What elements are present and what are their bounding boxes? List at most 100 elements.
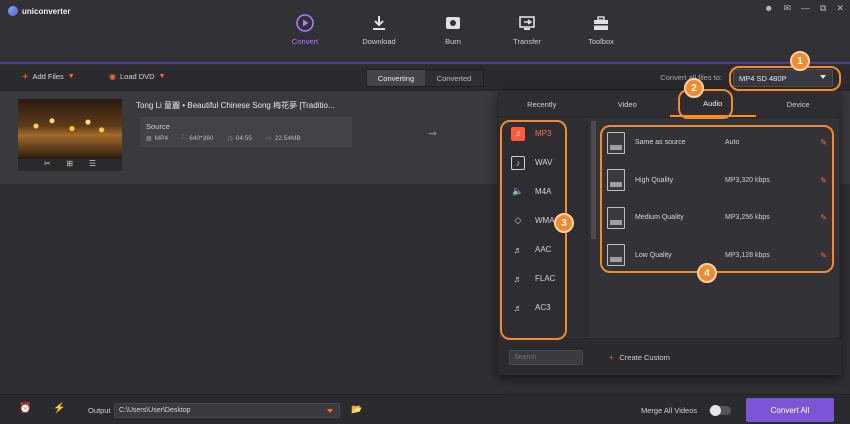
merge-label: Merge All Videos (641, 406, 698, 415)
clock-icon: ◷ (227, 136, 233, 142)
edit-icon[interactable]: ✎ (820, 213, 827, 222)
crop-icon[interactable]: ⊞ (66, 159, 73, 171)
tab-audio[interactable]: Audio (670, 91, 756, 117)
load-dvd-label: Load DVD (119, 72, 155, 81)
marker-badge: 3 (554, 213, 574, 233)
quality-same-as-source[interactable]: Same as source Auto ✎ (599, 124, 835, 162)
quality-low[interactable]: Low Quality MP3,128 kbps ✎ (599, 237, 835, 275)
audio-type-list: ♫ MP3 ♪ WAV 🔈 M4A ◇ WMA ♬ AAC ♬ FLAC ♬ AC3 (499, 119, 589, 337)
app-name: uniconverter (22, 6, 71, 16)
dvd-icon: ◉ (109, 71, 116, 81)
merge-toggle[interactable] (709, 405, 731, 416)
type-wav[interactable]: ♪ WAV (499, 148, 589, 177)
type-mp3[interactable]: ♫ MP3 (499, 119, 589, 148)
restore-icon[interactable]: ⧉ (820, 3, 826, 14)
chevron-down-icon[interactable]: ▼ (159, 73, 166, 80)
nav-download[interactable]: Download (342, 14, 416, 62)
source-info: Source ▦ MP4 ⛶ 640*360 ◷ 04:55 ▭ 22.54MB (140, 117, 352, 147)
minimize-icon[interactable]: — (801, 3, 810, 14)
tab-video[interactable]: Video (585, 91, 671, 117)
type-list-scrollbar[interactable] (591, 121, 596, 239)
edit-icon[interactable]: ✎ (820, 251, 827, 260)
wma-icon: ◇ (514, 215, 522, 225)
type-flac[interactable]: ♬ FLAC (499, 264, 589, 293)
source-meta: ▦ MP4 ⛶ 640*360 ◷ 04:55 ▭ 22.54MB (146, 135, 301, 142)
trim-icon[interactable]: ✂ (44, 159, 51, 171)
nav-burn[interactable]: Burn (416, 14, 490, 62)
toolbox-icon (593, 14, 609, 32)
audio-file-icon (607, 206, 625, 229)
tab-device[interactable]: Device (756, 91, 842, 117)
nav-download-label: Download (362, 37, 396, 46)
mail-icon[interactable]: ✉ (783, 3, 791, 14)
status-segment: Converting Converted (366, 69, 484, 87)
marker-badge: 1 (790, 51, 810, 71)
toolbar: + Add Files ▼ ◉ Load DVD ▼ Converting Co… (0, 66, 850, 90)
type-aac[interactable]: ♬ AAC (499, 235, 589, 264)
folder-icon: ▭ (266, 136, 272, 142)
type-label: AC3 (535, 303, 551, 312)
type-wma[interactable]: ◇ WMA (499, 206, 589, 235)
output-path-select[interactable]: C:\Users\User\Desktop (114, 403, 340, 418)
effects-icon[interactable]: ☰ (89, 159, 96, 171)
lightning-icon[interactable]: ⚡ (53, 403, 65, 414)
nav-transfer[interactable]: Transfer (490, 14, 564, 62)
brand: uniconverter (8, 4, 70, 18)
output-label: Output (88, 406, 111, 415)
marker-badge: 4 (697, 263, 717, 283)
type-m4a[interactable]: 🔈 M4A (499, 177, 589, 206)
edit-tools: ✂ ⊞ ☰ (18, 159, 122, 171)
audio-file-icon (607, 131, 625, 154)
create-custom-label: Create Custom (619, 353, 670, 362)
schedule-alarm-icon[interactable]: ⏰ (19, 403, 31, 414)
load-dvd-button[interactable]: ◉ Load DVD ▼ (109, 72, 166, 81)
format-dropdown-panel: Recently Video Audio Device ♫ MP3 ♪ WAV 🔈 M… (498, 90, 842, 375)
nav-transfer-label: Transfer (513, 37, 541, 46)
video-thumbnail[interactable] (18, 99, 122, 159)
nav-burn-label: Burn (445, 37, 461, 46)
output-format-value: MP4 SD 480P (739, 73, 787, 83)
plus-icon: + (22, 70, 29, 83)
top-bar: uniconverter ☻ ✉ — ⧉ ✕ Convert Download (0, 0, 850, 64)
quality-value: MP3,256 kbps (725, 214, 770, 222)
panel-footer: + Create Custom (499, 338, 841, 375)
format-search-input[interactable] (509, 350, 583, 365)
quality-name: Same as source (635, 139, 686, 147)
edit-icon[interactable]: ✎ (820, 176, 827, 185)
create-custom-button[interactable]: + Create Custom (609, 353, 670, 362)
chevron-down-icon[interactable]: ▼ (68, 73, 75, 80)
type-ac3[interactable]: ♬ AC3 (499, 293, 589, 322)
edit-icon[interactable]: ✎ (820, 138, 827, 147)
format-meta: ▦ MP4 (146, 135, 168, 142)
arrow-right-icon: ➞ (428, 128, 438, 140)
file-title: Tong Li 童麗 • Beautiful Chinese Song 梅花夢 … (136, 101, 335, 110)
nav-toolbox[interactable]: Toolbox (564, 14, 638, 62)
main-nav: Convert Download Burn Transfer Toolbox (268, 14, 638, 62)
convert-all-button[interactable]: Convert All (746, 398, 834, 422)
output-path-value: C:\Users\User\Desktop (119, 407, 191, 414)
nav-toolbox-label: Toolbox (588, 37, 614, 46)
tab-recently[interactable]: Recently (499, 91, 585, 117)
open-folder-icon[interactable]: 📂 (351, 404, 362, 415)
nav-convert[interactable]: Convert (268, 14, 342, 62)
type-label: MP3 (535, 129, 552, 138)
resolution-meta: ⛶ 640*360 (182, 135, 213, 142)
download-icon (371, 14, 387, 32)
quality-medium[interactable]: Medium Quality MP3,256 kbps ✎ (599, 199, 835, 237)
tab-converted[interactable]: Converted (425, 70, 483, 86)
ac3-icon: ♬ (513, 302, 523, 313)
quality-name: Medium Quality (635, 214, 684, 222)
marker-badge: 2 (684, 78, 704, 98)
size-meta: ▭ 22.54MB (266, 135, 301, 142)
add-files-button[interactable]: + Add Files ▼ (22, 70, 75, 83)
wav-icon: ♪ (511, 155, 525, 170)
resolution-icon: ⛶ (182, 135, 187, 141)
output-format-select[interactable]: MP4 SD 480P (733, 69, 833, 87)
tab-converting[interactable]: Converting (367, 70, 425, 86)
user-icon[interactable]: ☻ (764, 3, 773, 14)
window-controls: ☻ ✉ — ⧉ ✕ (764, 3, 844, 14)
quality-high[interactable]: High Quality MP3,320 kbps ✎ (599, 162, 835, 200)
type-label: WAV (535, 158, 553, 167)
close-icon[interactable]: ✕ (836, 3, 844, 14)
music-note-icon: ♫ (511, 126, 525, 141)
